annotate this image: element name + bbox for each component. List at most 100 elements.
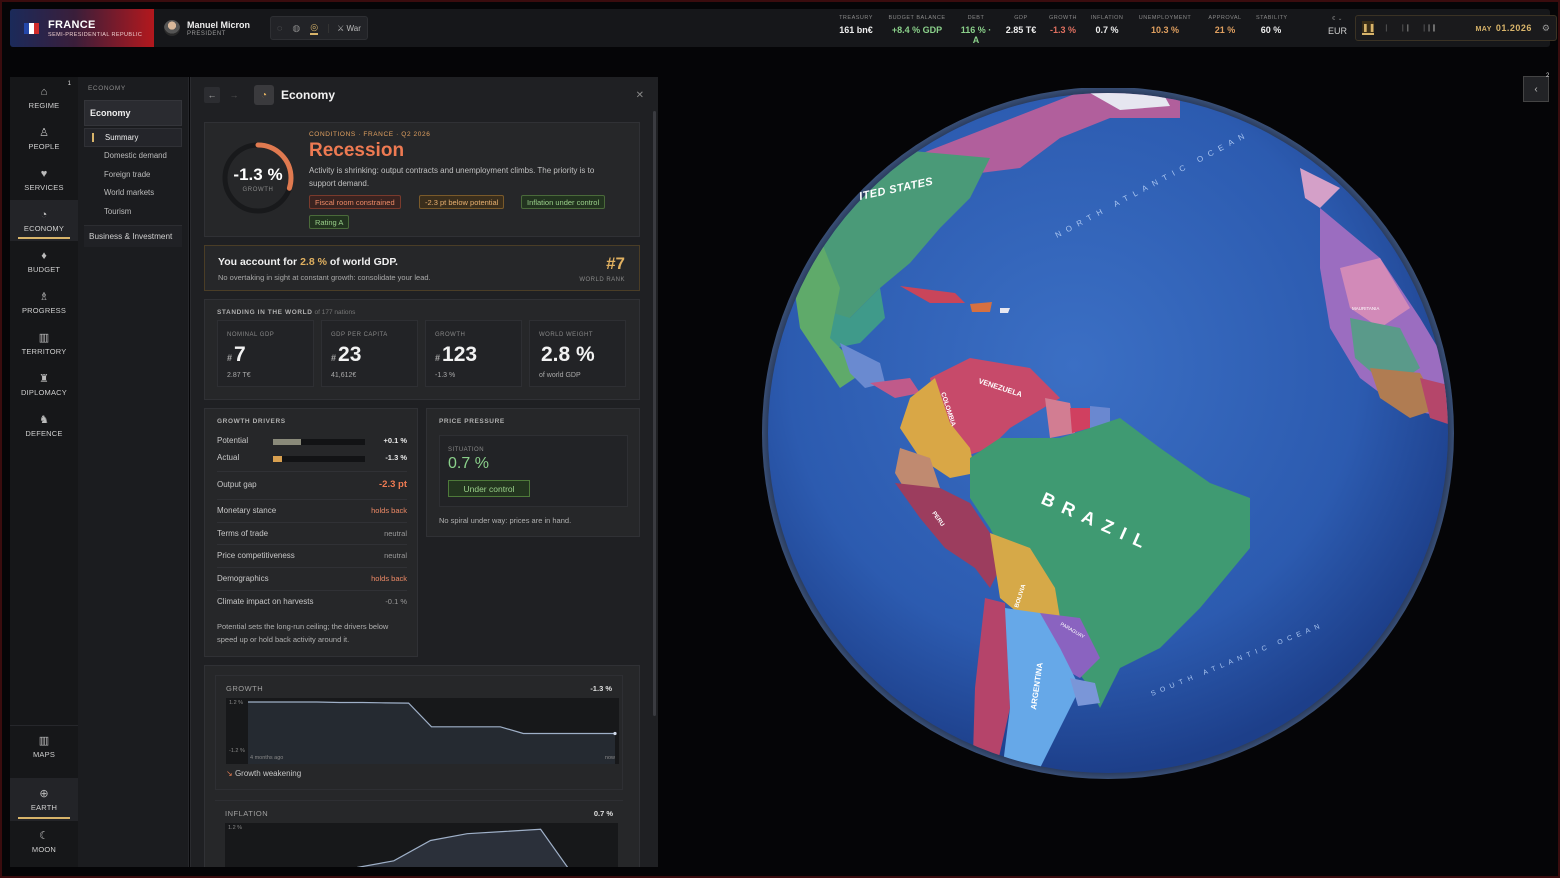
leader-block[interactable]: Manuel Micron PRESIDENT xyxy=(154,20,266,37)
rail-item-services[interactable]: ♥ SERVICES xyxy=(10,159,78,200)
driver-value: -0.1 % xyxy=(385,596,407,606)
globe-icon: ⊕ xyxy=(39,788,49,800)
stat-label: BUDGET BALANCE xyxy=(888,15,946,21)
stat-value: 2.85 T€ xyxy=(1005,25,1037,35)
stat-label: APPROVAL xyxy=(1208,15,1242,21)
earth-globe[interactable]: ITED STATES NORTH ATLANTIC OCEAN SOUTH A… xyxy=(760,87,1460,788)
rail-item-territory[interactable]: ▥ TERRITORY xyxy=(10,323,78,364)
growth-chart: GROWTH -1.3 % 1.2 % -1.2 % 4 months ago … xyxy=(215,675,623,790)
rail-item-earth[interactable]: ⊕ EARTH xyxy=(10,778,78,821)
status-badge: Inflation under control xyxy=(521,195,606,209)
panel-scrollbar[interactable] xyxy=(653,111,656,716)
actual-bar xyxy=(273,456,365,462)
x-tick-label: now xyxy=(604,755,615,761)
currency-selector[interactable]: € ⌄ EUR xyxy=(1328,16,1347,36)
driver-label: Price competitiveness xyxy=(217,551,295,561)
growth-drivers-card: GROWTH DRIVERS Potential +0.1 % Actual -… xyxy=(204,408,418,657)
share-lead: You account for xyxy=(218,256,301,268)
standing-heading: STANDING IN THE WORLD of 177 nations xyxy=(217,309,355,316)
driver-row: Monetary stance holds back xyxy=(217,506,407,515)
inflation-chart: INFLATION 0.7 % 1.2 % xyxy=(215,800,623,867)
stat-approval[interactable]: APPROVAL 21 % xyxy=(1204,15,1246,45)
subnav-item-domestic-demand[interactable]: Domestic demand xyxy=(84,147,182,166)
rail-item-budget[interactable]: ♦ BUDGET xyxy=(10,241,78,282)
stat-inflation[interactable]: INFLATION 0.7 % xyxy=(1088,15,1126,45)
country-block[interactable]: FRANCE SEMI-PRESIDENTIAL REPUBLIC xyxy=(10,9,154,47)
progress-icon: ♗ xyxy=(39,291,49,303)
rail-item-maps[interactable]: ▥ MAPS xyxy=(10,725,78,766)
pause-button[interactable]: ❚❚ xyxy=(1362,21,1375,35)
trends-card: GROWTH -1.3 % 1.2 % -1.2 % 4 months ago … xyxy=(204,665,640,867)
driver-output-gap: Output gap -2.3 pt xyxy=(217,479,407,490)
peace-mode-icon[interactable]: ◌ xyxy=(277,23,282,33)
war-mode-button[interactable]: ⚔ War xyxy=(328,23,361,33)
rail-item-moon[interactable]: ☾ MOON xyxy=(10,821,78,862)
collapse-side-button[interactable]: ‹ xyxy=(1523,76,1549,102)
territory-icon: ▥ xyxy=(38,332,50,344)
rail-item-people[interactable]: ♙ PEOPLE xyxy=(10,118,78,159)
forward-arrow-icon[interactable]: → xyxy=(226,87,242,103)
rail-label: MOON xyxy=(31,845,57,854)
back-arrow-icon[interactable]: ← xyxy=(204,87,220,103)
rail-label: BUDGET xyxy=(27,264,61,274)
rail-item-economy[interactable]: ◔ ECONOMY xyxy=(10,200,78,241)
stat-label: INFLATION xyxy=(1090,15,1124,21)
growth-value: -1.3 % xyxy=(233,165,283,184)
standing-value: #23 xyxy=(331,343,361,367)
growth-trend-text: Growth weakening xyxy=(234,769,302,778)
economy-mode-icon[interactable]: ◎ xyxy=(310,22,319,35)
standing-number: 7 xyxy=(234,343,246,366)
close-icon[interactable]: ✕ xyxy=(636,90,644,101)
stat-gdp[interactable]: GDP 2.85 T€ xyxy=(1004,15,1038,45)
stat-budget-balance[interactable]: BUDGET BALANCE +8.4 % GDP xyxy=(886,15,948,45)
standing-value: 2.8 % xyxy=(539,343,595,367)
standing-label: GROWTH xyxy=(435,332,466,338)
driver-value: holds back xyxy=(371,574,407,584)
inflation-chart-value: 0.7 % xyxy=(593,809,613,818)
subnav-item-foreign-trade[interactable]: Foreign trade xyxy=(84,165,182,184)
world-share-card: You account for 2.8 % of world GDP. No o… xyxy=(204,245,640,291)
stat-stability[interactable]: STABILITY 60 % xyxy=(1256,15,1287,45)
under-control-button[interactable]: Under control xyxy=(448,480,530,497)
budget-icon: ♦ xyxy=(41,249,47,262)
date-day-year: 01.2026 xyxy=(1495,23,1532,33)
chart-last-point xyxy=(613,731,617,736)
standing-label: GDP PER CAPITA xyxy=(331,332,388,338)
subnav-business-investment[interactable]: Business & Investment xyxy=(84,224,182,247)
stat-debt[interactable]: DEBT 116 % · A xyxy=(958,15,994,45)
rail-label: DIPLOMACY xyxy=(21,388,67,397)
label-mauritania: MAURITANIA xyxy=(1352,306,1379,311)
x-tick-label: 4 months ago xyxy=(250,755,284,761)
stat-treasury[interactable]: TREASURY 161 bn€ xyxy=(836,15,876,45)
services-icon: ♥ xyxy=(40,167,48,180)
speed-2-button[interactable]: ▏▎ xyxy=(1403,25,1412,32)
rail-item-diplomacy[interactable]: ♜ DIPLOMACY xyxy=(10,364,78,405)
growth-chart-value: -1.3 % xyxy=(590,684,612,693)
economy-icon: ◔ xyxy=(40,208,48,221)
stat-unemployment[interactable]: UNEMPLOYMENT 10.3 % xyxy=(1136,15,1194,45)
diplomacy-icon: ♜ xyxy=(39,373,49,385)
standing-card-gdp-per-capita: GDP PER CAPITA #23 41,612€ xyxy=(321,320,418,387)
subnav-item-world-markets[interactable]: World markets xyxy=(84,184,182,203)
price-note: No spiral under way: prices are in hand. xyxy=(439,516,572,525)
growth-line-svg xyxy=(248,701,617,764)
rail-item-progress[interactable]: ♗ PROGRESS xyxy=(10,282,78,323)
subnav-item-tourism[interactable]: Tourism xyxy=(84,202,182,221)
speed-1-button[interactable]: ▏ xyxy=(1386,25,1391,32)
driver-label: Potential xyxy=(217,436,249,445)
rail-label: REGIME xyxy=(28,100,60,110)
subnav-section-economy[interactable]: Economy xyxy=(84,100,182,126)
panel-header: ← → ◔ Economy ✕ xyxy=(191,77,658,113)
speed-3-button[interactable]: ▏▎▍ xyxy=(1424,25,1438,32)
gear-icon[interactable]: ⚙ xyxy=(1542,23,1550,34)
rail-item-defence[interactable]: ♞ DEFENCE xyxy=(10,405,78,446)
subnav-item-summary[interactable]: Summary xyxy=(84,128,182,147)
driver-row: Terms of trade neutral xyxy=(217,529,407,538)
diplomacy-mode-icon[interactable]: ◍ xyxy=(292,23,300,34)
trend-down-icon: ↘ xyxy=(226,769,233,778)
y-tick-label: 1.2 % xyxy=(228,825,243,831)
rail-label: PEOPLE xyxy=(28,142,60,151)
stat-growth[interactable]: GROWTH -1.3 % xyxy=(1048,15,1078,45)
growth-label: GROWTH xyxy=(242,187,274,193)
rail-item-regime[interactable]: ⌂ REGIME 1 xyxy=(10,77,78,118)
